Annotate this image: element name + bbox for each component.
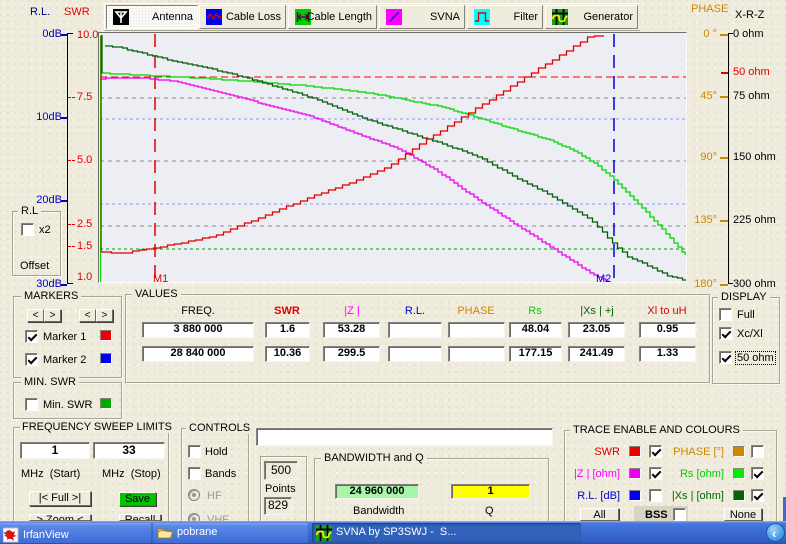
svg-text:M2: M2 <box>596 273 611 282</box>
svg-text:M1: M1 <box>153 273 168 282</box>
